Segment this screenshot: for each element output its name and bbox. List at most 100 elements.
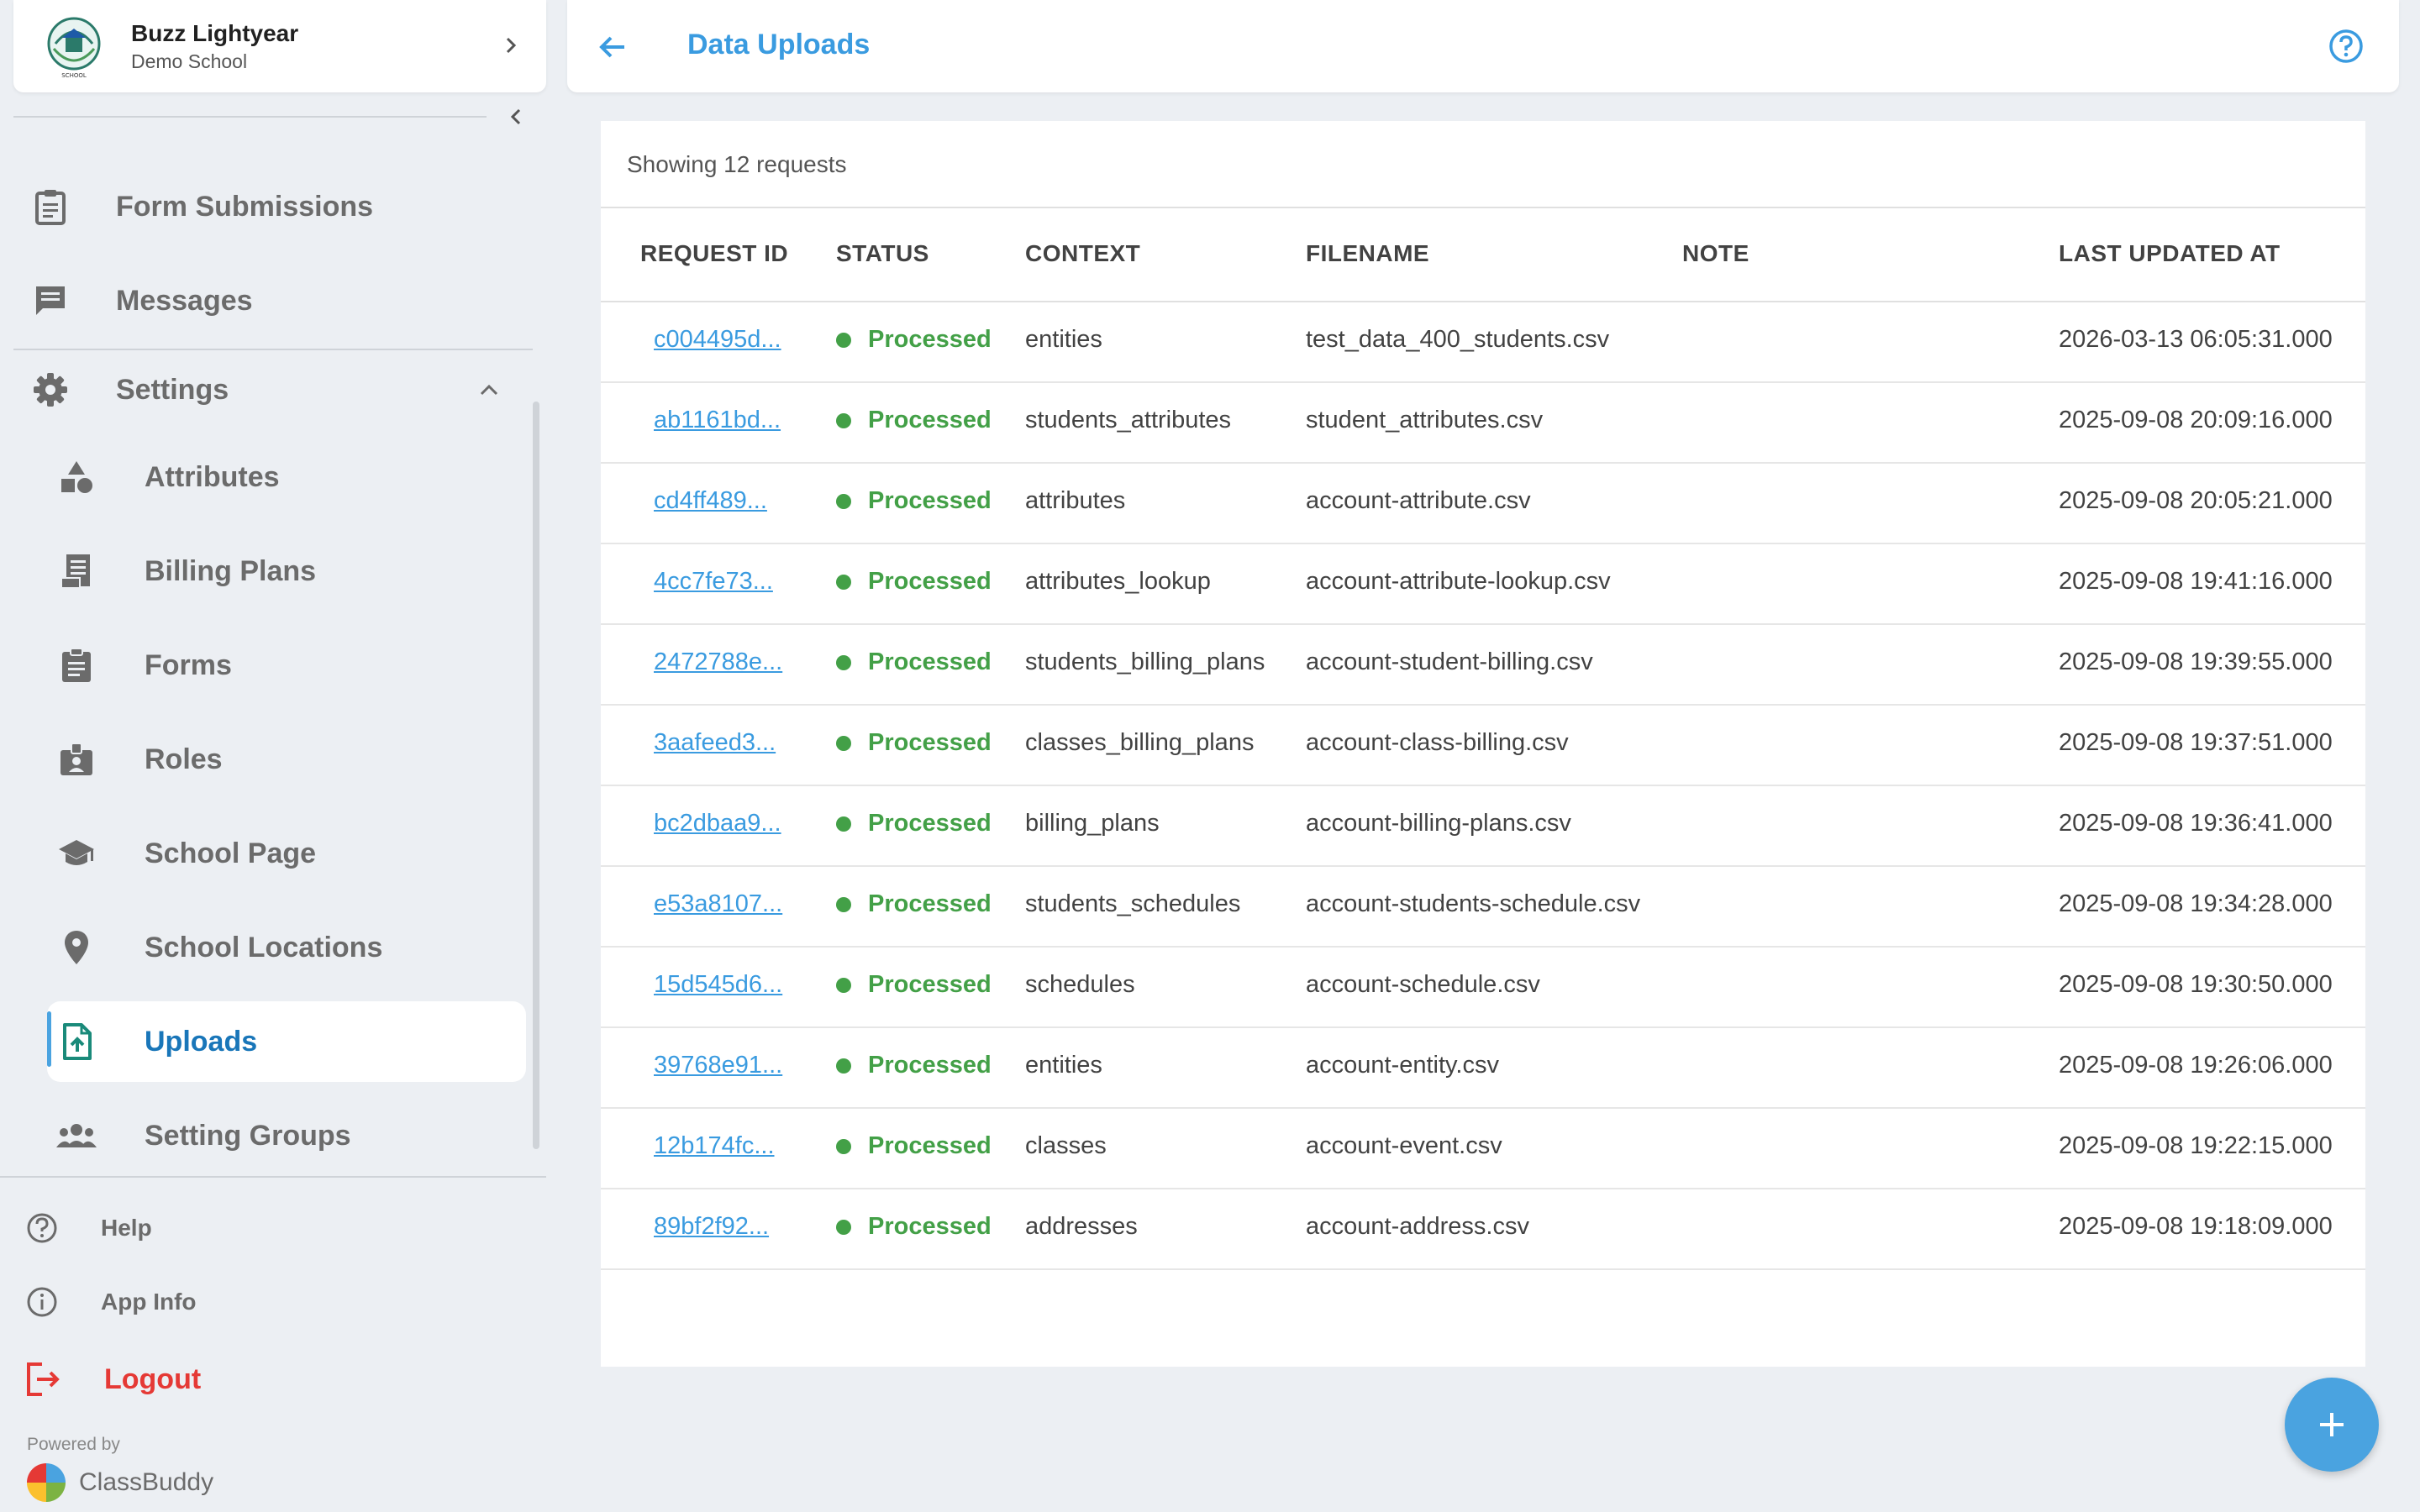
table-row[interactable]: cd4ff489... Processed attributes account-at… (601, 464, 2365, 544)
id-badge-icon (60, 743, 92, 775)
chevron-up-icon (480, 384, 498, 396)
filename-cell: account-address.csv (1306, 1213, 1529, 1240)
help-label: Help (101, 1215, 152, 1241)
user-name: Buzz Lightyear (131, 20, 299, 46)
request-id-link[interactable]: ab1161bd... (654, 407, 781, 434)
context-cell: schedules (1025, 971, 1135, 998)
sidebar-item-school-locations[interactable]: School Locations (47, 907, 526, 988)
column-header-note[interactable]: NOTE (1682, 240, 1749, 267)
request-id-link[interactable]: 2472788e... (654, 648, 782, 676)
last-updated-cell: 2025-09-08 19:36:41.000 (2059, 810, 2333, 837)
sidebar-item-label: Billing Plans (145, 554, 317, 587)
column-header-context[interactable]: CONTEXT (1025, 240, 1140, 267)
table-row[interactable]: 15d545d6... Processed schedules account-sch… (601, 948, 2365, 1028)
sidebar-item-label: Uploads (145, 1025, 258, 1058)
request-id-link[interactable]: 4cc7fe73... (654, 568, 773, 596)
filename-cell: account-billing-plans.csv (1306, 810, 1571, 837)
account-switcher[interactable]: SCHOOL Buzz Lightyear Demo School (13, 0, 546, 92)
help-link[interactable]: Help (25, 1211, 152, 1245)
sidebar-item-label: Attributes (145, 460, 280, 493)
page-header: Data Uploads (567, 0, 2399, 92)
status-dot-icon (836, 1138, 851, 1154)
table-row[interactable]: 89bf2f92... Processed addresses account-add… (601, 1189, 2365, 1270)
sidebar-item-label: School Page (145, 837, 317, 869)
filename-cell: student_attributes.csv (1306, 407, 1544, 433)
sidebar-item-billing-plans[interactable]: Billing Plans (47, 531, 526, 612)
sidebar-item-label: School Locations (145, 931, 383, 963)
logout-icon (27, 1362, 60, 1396)
status-text: Processed (868, 1213, 992, 1240)
add-upload-button[interactable] (2285, 1378, 2379, 1472)
sidebar-item-setting-groups[interactable]: Setting Groups (47, 1095, 526, 1176)
nav-label: Settings (116, 373, 229, 406)
table-row[interactable]: 2472788e... Processed students_billing_pla… (601, 625, 2365, 706)
sidebar-item-forms[interactable]: Forms (47, 625, 526, 706)
sidebar: SCHOOL Buzz Lightyear Demo School Form S… (0, 0, 555, 1512)
status-badge: Processed (836, 326, 992, 354)
status-badge: Processed (836, 1132, 992, 1160)
filename-cell: account-student-billing.csv (1306, 648, 1593, 675)
app-info-link[interactable]: App Info (25, 1285, 197, 1319)
help-circle-icon (27, 1213, 57, 1243)
last-updated-cell: 2025-09-08 19:34:28.000 (2059, 890, 2333, 917)
request-id-link[interactable]: cd4ff489... (654, 487, 767, 515)
context-cell: students_billing_plans (1025, 648, 1265, 675)
last-updated-cell: 2025-09-08 19:18:09.000 (2059, 1213, 2333, 1240)
sidebar-item-uploads[interactable]: Uploads (47, 1001, 526, 1082)
filename-cell: account-attribute-lookup.csv (1306, 568, 1611, 595)
table-row[interactable]: e53a8107... Processed students_schedules ac… (601, 867, 2365, 948)
table-row[interactable]: 4cc7fe73... Processed attributes_lookup acc… (601, 544, 2365, 625)
status-text: Processed (868, 890, 992, 917)
last-updated-cell: 2025-09-08 19:22:15.000 (2059, 1132, 2333, 1159)
request-id-link[interactable]: 89bf2f92... (654, 1213, 769, 1241)
context-cell: classes_billing_plans (1025, 729, 1255, 756)
nav-messages[interactable]: Messages (25, 260, 526, 341)
table-row[interactable]: 3aafeed3... Processed classes_billing_plan… (601, 706, 2365, 786)
status-badge: Processed (836, 729, 992, 757)
gear-icon (34, 373, 67, 407)
sidebar-scrollbar[interactable] (533, 402, 539, 1149)
request-id-link[interactable]: 3aafeed3... (654, 729, 776, 757)
request-id-link[interactable]: 12b174fc... (654, 1132, 775, 1160)
brand-name: ClassBuddy (79, 1468, 214, 1496)
column-header-request-id[interactable]: REQUEST ID (640, 240, 788, 267)
status-badge: Processed (836, 890, 992, 918)
request-id-link[interactable]: c004495d... (654, 326, 781, 354)
back-arrow-icon[interactable] (597, 32, 628, 62)
table-row[interactable]: ab1161bd... Processed students_attributes s… (601, 383, 2365, 464)
sidebar-item-attributes[interactable]: Attributes (47, 437, 526, 517)
context-cell: addresses (1025, 1213, 1138, 1240)
filename-cell: account-event.csv (1306, 1132, 1502, 1159)
nav-settings[interactable]: Settings (25, 349, 526, 430)
request-id-link[interactable]: 15d545d6... (654, 971, 782, 999)
nav-form-submissions[interactable]: Form Submissions (25, 166, 526, 247)
status-badge: Processed (836, 1052, 992, 1079)
last-updated-cell: 2025-09-08 20:09:16.000 (2059, 407, 2333, 433)
status-badge: Processed (836, 407, 992, 434)
message-icon (36, 286, 65, 315)
table-row[interactable]: 39768e91... Processed entities account-enti… (601, 1028, 2365, 1109)
status-badge: Processed (836, 487, 992, 515)
context-cell: classes (1025, 1132, 1107, 1159)
row-divider (601, 1268, 2365, 1270)
logout-button[interactable]: Logout (25, 1361, 201, 1398)
column-header-status[interactable]: STATUS (836, 240, 929, 267)
status-badge: Processed (836, 1213, 992, 1241)
file-upload-icon (63, 1023, 92, 1060)
help-icon[interactable] (2328, 29, 2364, 64)
request-id-link[interactable]: e53a8107... (654, 890, 782, 918)
sidebar-item-roles[interactable]: Roles (47, 719, 526, 800)
collapse-sidebar-button[interactable] (504, 104, 528, 129)
column-header-last-updated[interactable]: LAST UPDATED AT (2059, 240, 2281, 267)
column-header-filename[interactable]: FILENAME (1306, 240, 1429, 267)
svg-text:SCHOOL: SCHOOL (61, 72, 87, 79)
status-text: Processed (868, 1052, 992, 1079)
table-row[interactable]: c004495d... Processed entities test_data_40… (601, 302, 2365, 383)
request-id-link[interactable]: 39768e91... (654, 1052, 782, 1079)
divider (0, 1176, 546, 1178)
sidebar-item-school-page[interactable]: School Page (47, 813, 526, 894)
table-row[interactable]: 12b174fc... Processed classes account-event… (601, 1109, 2365, 1189)
request-id-link[interactable]: bc2dbaa9... (654, 810, 781, 837)
filename-cell: account-students-schedule.csv (1306, 890, 1641, 917)
table-row[interactable]: bc2dbaa9... Processed billing_plans account… (601, 786, 2365, 867)
